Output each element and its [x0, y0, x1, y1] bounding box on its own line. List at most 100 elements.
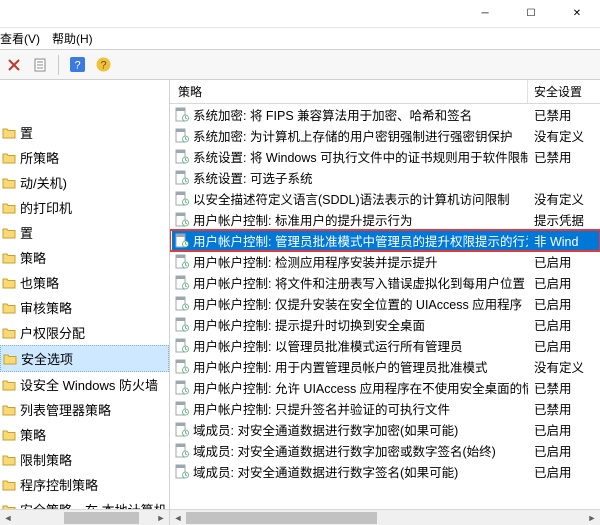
scroll-thumb[interactable] [64, 512, 139, 524]
list-row[interactable]: 以安全描述符定义语言(SDDL)语法表示的计算机访问限制没有定义 [170, 188, 600, 209]
toolbar-separator [58, 55, 59, 75]
list-row[interactable]: 用户帐户控制: 标准用户的提升提示行为提示凭据 [170, 209, 600, 230]
tree-item-label: 安全选项 [21, 349, 73, 368]
properties-icon[interactable] [30, 55, 50, 75]
policy-cell: 用户帐户控制: 允许 UIAccess 应用程序在不使用安全桌面的情况... [174, 378, 528, 397]
policy-item-icon [174, 317, 189, 332]
close-button[interactable]: ✕ [554, 0, 600, 28]
list-row[interactable]: 用户帐户控制: 用于内置管理员帐户的管理员批准模式没有定义 [170, 356, 600, 377]
folder-icon [2, 301, 16, 315]
setting-cell: 已启用 [528, 441, 600, 460]
tree-item[interactable]: 所策略 [0, 145, 169, 170]
setting-cell: 已禁用 [528, 399, 600, 418]
folder-icon [2, 378, 16, 392]
tree-item[interactable]: 户权限分配 [0, 320, 169, 345]
tree-item[interactable]: 的打印机 [0, 195, 169, 220]
column-header-policy[interactable]: 策略 [170, 80, 528, 103]
tree-item[interactable]: 限制策略 [0, 447, 169, 472]
list-header: 策略 安全设置 [170, 80, 600, 104]
list-row[interactable]: 系统加密: 将 FIPS 兼容算法用于加密、哈希和签名已禁用 [170, 104, 600, 125]
tree-item-label: 也策略 [20, 273, 59, 292]
policy-label: 用户帐户控制: 管理员批准模式中管理员的提升权限提示的行为 [193, 231, 528, 250]
tree-item[interactable]: 审核策略 [0, 295, 169, 320]
tree-item[interactable]: 设安全 Windows 防火墙 [0, 372, 169, 397]
tree-item-label: 置 [20, 123, 33, 142]
policy-item-icon [174, 275, 189, 290]
policy-item-icon [174, 422, 189, 437]
tree-item[interactable]: 也策略 [0, 270, 169, 295]
help-blue-icon[interactable]: ? [67, 55, 87, 75]
window-titlebar: ─ ☐ ✕ [0, 0, 600, 28]
setting-cell: 非 Wind [528, 231, 600, 250]
list-row[interactable]: 用户帐户控制: 只提升签名并验证的可执行文件 已禁用 [170, 398, 600, 419]
policy-cell: 系统设置: 将 Windows 可执行文件中的证书规则用于软件限制策... [174, 147, 528, 166]
policy-item-icon [174, 149, 189, 164]
help-yellow-icon[interactable]: ? [93, 55, 113, 75]
setting-cell: 已启用 [528, 315, 600, 334]
policy-item-icon [174, 254, 189, 269]
list-row[interactable]: 系统设置: 将 Windows 可执行文件中的证书规则用于软件限制策...已禁用 [170, 146, 600, 167]
list-row[interactable]: 用户帐户控制: 仅提升安装在安全位置的 UIAccess 应用程序已启用 [170, 293, 600, 314]
list-row[interactable]: 用户帐户控制: 提示提升时切换到安全桌面 已启用 [170, 314, 600, 335]
column-header-setting[interactable]: 安全设置 [528, 80, 600, 103]
tree-item-label: 策略 [20, 248, 46, 267]
policy-label: 用户帐户控制: 提示提升时切换到安全桌面 [193, 315, 425, 334]
scroll-track[interactable] [186, 510, 584, 525]
folder-icon [2, 453, 16, 467]
setting-cell: 已启用 [528, 336, 600, 355]
setting-cell: 已启用 [528, 462, 600, 481]
right-horizontal-scrollbar[interactable]: ◄ ► [170, 509, 600, 525]
tree-item-label: 审核策略 [20, 298, 72, 317]
menu-help[interactable]: 帮助(H) [52, 30, 93, 47]
list-row[interactable]: 域成员: 对安全通道数据进行数字加密(如果可能)已启用 [170, 419, 600, 440]
tree-item[interactable]: 程序控制策略 [0, 472, 169, 497]
list-pane: 策略 安全设置 系统加密: 将 FIPS 兼容算法用于加密、哈希和签名已禁用系统… [170, 80, 600, 525]
tree-item[interactable]: 列表管理器策略 [0, 397, 169, 422]
scroll-right-icon[interactable]: ► [584, 510, 600, 525]
setting-cell: 已启用 [528, 294, 600, 313]
list-row[interactable]: 系统加密: 为计算机上存储的用户密钥强制进行强密钥保护没有定义 [170, 125, 600, 146]
tree-pane: 置所策略动/关机)的打印机置策略也策略审核策略户权限分配安全选项设安全 Wind… [0, 80, 170, 525]
folder-icon [2, 201, 16, 215]
list-row[interactable]: 用户帐户控制: 允许 UIAccess 应用程序在不使用安全桌面的情况...已禁… [170, 377, 600, 398]
policy-item-icon [174, 233, 189, 248]
policy-cell: 用户帐户控制: 标准用户的提升提示行为 [174, 210, 528, 229]
maximize-button[interactable]: ☐ [508, 0, 554, 28]
policy-label: 用户帐户控制: 只提升签名并验证的可执行文件 [193, 399, 450, 418]
list-row[interactable]: 用户帐户控制: 将文件和注册表写入错误虚拟化到每用户位置已启用 [170, 272, 600, 293]
minimize-button[interactable]: ─ [462, 0, 508, 28]
menu-view[interactable]: 查看(V) [0, 30, 40, 47]
policy-cell: 用户帐户控制: 只提升签名并验证的可执行文件 [174, 399, 528, 418]
setting-cell: 已禁用 [528, 105, 600, 124]
scroll-thumb[interactable] [186, 512, 377, 524]
left-horizontal-scrollbar[interactable]: ◄ ► [0, 509, 169, 525]
scroll-left-icon[interactable]: ◄ [0, 510, 16, 525]
tree-item-label: 程序控制策略 [20, 475, 98, 494]
list-row[interactable]: 系统设置: 可选子系统 [170, 167, 600, 188]
list-row[interactable]: 用户帐户控制: 管理员批准模式中管理员的提升权限提示的行为非 Wind [170, 230, 600, 251]
policy-cell: 域成员: 对安全通道数据进行数字加密(如果可能) [174, 420, 528, 439]
tree-item[interactable]: 置 [0, 120, 169, 145]
list-row[interactable]: 用户帐户控制: 以管理员批准模式运行所有管理员 已启用 [170, 335, 600, 356]
tree-item-label: 动/关机) [20, 173, 67, 192]
folder-icon [2, 478, 16, 492]
tree-item[interactable]: 策略 [0, 422, 169, 447]
tree-item[interactable]: 策略 [0, 245, 169, 270]
folder-icon [2, 403, 16, 417]
tree-item[interactable]: 安全选项 [0, 345, 169, 372]
policy-label: 系统设置: 将 Windows 可执行文件中的证书规则用于软件限制策... [193, 147, 528, 166]
tree-item[interactable]: 置 [0, 220, 169, 245]
policy-label: 用户帐户控制: 以管理员批准模式运行所有管理员 [193, 336, 462, 355]
list-row[interactable]: 域成员: 对安全通道数据进行数字签名(如果可能)已启用 [170, 461, 600, 482]
svg-text:?: ? [100, 60, 106, 72]
scroll-left-icon[interactable]: ◄ [170, 510, 186, 525]
policy-item-icon [174, 128, 189, 143]
tree-item[interactable]: 动/关机) [0, 170, 169, 195]
scroll-right-icon[interactable]: ► [153, 510, 169, 525]
tree-item-label: 策略 [20, 425, 46, 444]
policy-item-icon [174, 191, 189, 206]
scroll-track[interactable] [16, 510, 153, 525]
list-row[interactable]: 域成员: 对安全通道数据进行数字加密或数字签名(始终)已启用 [170, 440, 600, 461]
list-row[interactable]: 用户帐户控制: 检测应用程序安装并提示提升已启用 [170, 251, 600, 272]
delete-icon[interactable] [4, 55, 24, 75]
